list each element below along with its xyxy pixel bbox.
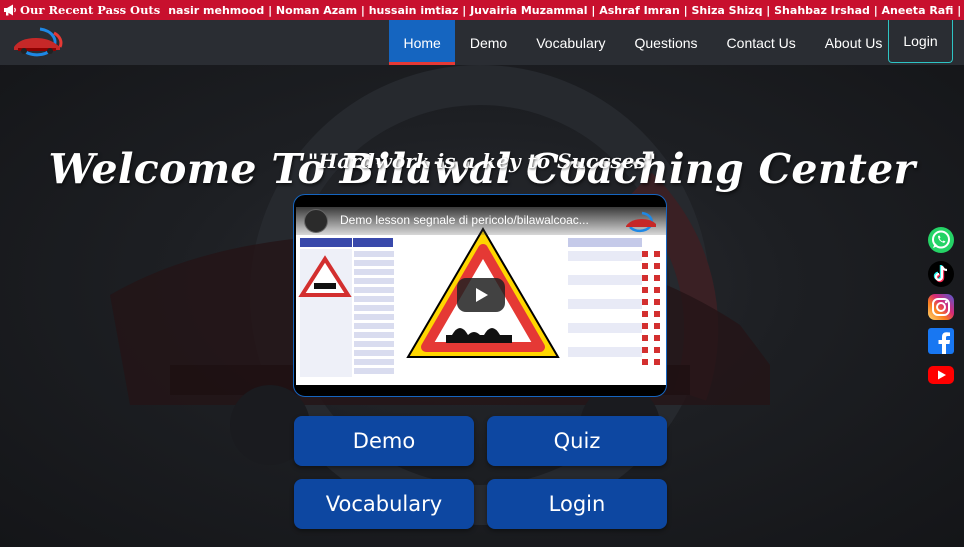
vocabulary-button[interactable]: Vocabulary — [294, 479, 474, 529]
page-subtitle: "Hardwork is a key to Succses" — [307, 149, 657, 173]
video-thumbnail[interactable]: Demo lesson segnale di pericolo/bilawalc… — [296, 207, 666, 385]
video-embed[interactable]: Demo lesson segnale di pericolo/bilawalc… — [293, 194, 667, 397]
video-topbar: Demo lesson segnale di pericolo/bilawalc… — [296, 207, 666, 235]
youtube-link[interactable] — [926, 361, 956, 389]
channel-logo-icon — [626, 211, 656, 233]
nav-contact-us[interactable]: Contact Us — [712, 20, 810, 65]
megaphone-icon — [4, 4, 16, 16]
nav-questions[interactable]: Questions — [620, 20, 712, 65]
quiz-button[interactable]: Quiz — [487, 416, 667, 466]
youtube-icon — [928, 366, 954, 384]
instagram-icon — [928, 294, 954, 320]
play-button[interactable] — [457, 278, 505, 312]
tiktok-icon — [928, 261, 954, 287]
video-title[interactable]: Demo lesson segnale di pericolo/bilawalc… — [340, 213, 620, 227]
site-logo[interactable] — [10, 27, 70, 57]
navbar: Home Demo Vocabulary Questions Contact U… — [0, 20, 964, 65]
demo-button[interactable]: Demo — [294, 416, 474, 466]
ticker-names: nasir mehmood | Noman Azam | hussain imt… — [168, 3, 964, 17]
nav-home[interactable]: Home — [389, 20, 456, 65]
login-button[interactable]: Login — [487, 479, 667, 529]
ticker-label: Our Recent Pass Outs — [0, 0, 165, 20]
tiktok-link[interactable] — [926, 260, 956, 288]
recent-passouts-ticker: Our Recent Pass Outs nasir mehmood | Nom… — [0, 0, 964, 20]
play-icon — [476, 288, 488, 302]
channel-avatar[interactable] — [304, 209, 328, 233]
nav-about-us[interactable]: About Us — [810, 20, 897, 65]
main-nav: Home Demo Vocabulary Questions Contact U… — [389, 20, 897, 65]
facebook-link[interactable] — [926, 327, 956, 355]
whatsapp-link[interactable] — [926, 226, 956, 254]
facebook-icon — [928, 328, 954, 354]
nav-vocabulary[interactable]: Vocabulary — [522, 20, 620, 65]
whatsapp-icon — [928, 227, 954, 253]
nav-demo[interactable]: Demo — [455, 20, 521, 65]
nav-login-button[interactable]: Login — [888, 20, 953, 63]
instagram-link[interactable] — [926, 293, 956, 321]
